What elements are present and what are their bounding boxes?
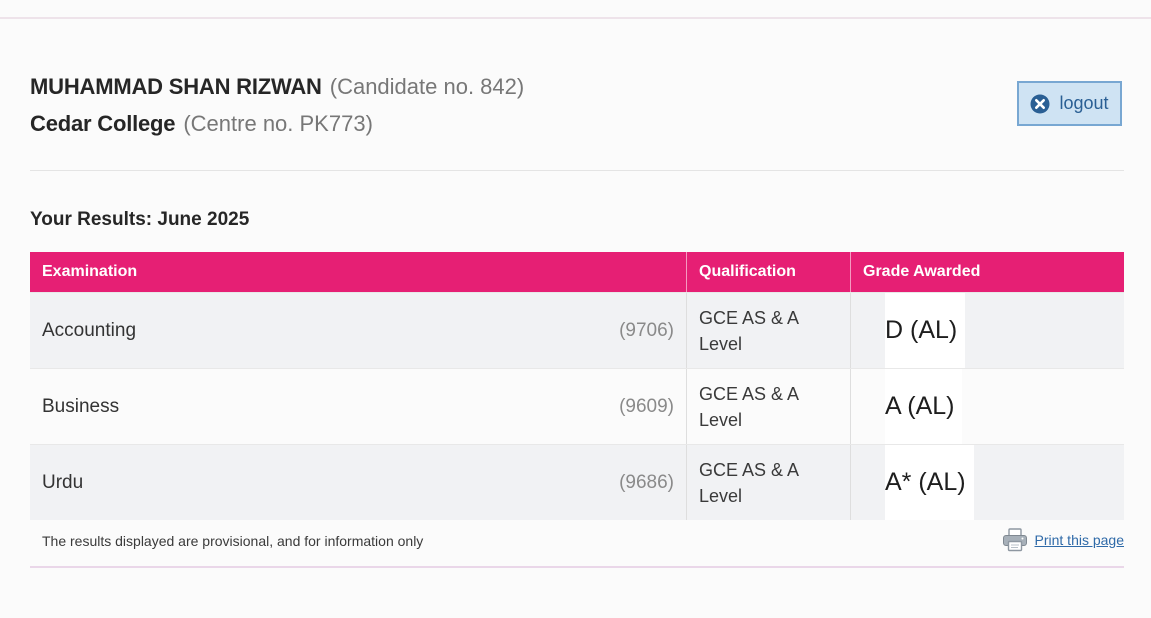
examination-cell: Accounting (9706) bbox=[30, 293, 686, 368]
column-header-qualification: Qualification bbox=[686, 252, 850, 292]
centre-info: Cedar College (Centre no. PK773) bbox=[30, 109, 373, 139]
logout-button[interactable]: logout bbox=[1017, 81, 1122, 126]
grade-cell: A (AL) bbox=[850, 369, 1124, 444]
grade-cell: D (AL) bbox=[850, 293, 1124, 368]
subject-code: (9609) bbox=[619, 395, 674, 417]
subject-name: Business bbox=[42, 395, 120, 417]
examination-cell: Urdu (9686) bbox=[30, 445, 686, 520]
results-page: MUHAMMAD SHAN RIZWAN (Candidate no. 842) … bbox=[0, 0, 1151, 618]
centre-number: (Centre no. PK773) bbox=[183, 111, 373, 136]
table-row: Urdu (9686) GCE AS & A Level A* (AL) bbox=[30, 444, 1124, 520]
provisional-note: The results displayed are provisional, a… bbox=[42, 533, 424, 549]
table-row: Accounting (9706) GCE AS & A Level D (AL… bbox=[30, 292, 1124, 368]
grade-value: D (AL) bbox=[885, 293, 966, 368]
candidate-info: MUHAMMAD SHAN RIZWAN (Candidate no. 842) bbox=[30, 72, 524, 102]
subject-name: Urdu bbox=[42, 471, 84, 493]
printer-icon bbox=[1002, 528, 1028, 552]
close-circle-icon bbox=[1030, 94, 1050, 114]
subject-code: (9686) bbox=[619, 471, 674, 493]
section-divider bbox=[30, 170, 1124, 171]
table-row: Business (9609) GCE AS & A Level A (AL) bbox=[30, 368, 1124, 444]
grade-value: A* (AL) bbox=[885, 445, 974, 520]
candidate-name: MUHAMMAD SHAN RIZWAN bbox=[30, 74, 322, 99]
grade-value: A (AL) bbox=[885, 369, 963, 444]
bottom-divider bbox=[30, 566, 1124, 568]
column-header-grade: Grade Awarded bbox=[850, 252, 1124, 292]
print-page-label: Print this page bbox=[1034, 532, 1125, 548]
table-header: Examination Qualification Grade Awarded bbox=[30, 252, 1124, 292]
logout-label: logout bbox=[1059, 93, 1109, 113]
column-header-examination: Examination bbox=[42, 263, 138, 280]
candidate-number: (Candidate no. 842) bbox=[329, 74, 525, 99]
qualification-cell: GCE AS & A Level bbox=[686, 293, 850, 368]
grade-cell: A* (AL) bbox=[850, 445, 1124, 520]
subject-code: (9706) bbox=[619, 319, 674, 341]
centre-name: Cedar College bbox=[30, 111, 176, 136]
subject-name: Accounting bbox=[42, 319, 137, 341]
print-page-link[interactable]: Print this page bbox=[1002, 528, 1125, 552]
results-table: Examination Qualification Grade Awarded … bbox=[30, 252, 1124, 520]
top-divider bbox=[0, 17, 1151, 19]
qualification-cell: GCE AS & A Level bbox=[686, 445, 850, 520]
results-heading: Your Results: June 2025 bbox=[30, 209, 250, 230]
examination-cell: Business (9609) bbox=[30, 369, 686, 444]
qualification-cell: GCE AS & A Level bbox=[686, 369, 850, 444]
